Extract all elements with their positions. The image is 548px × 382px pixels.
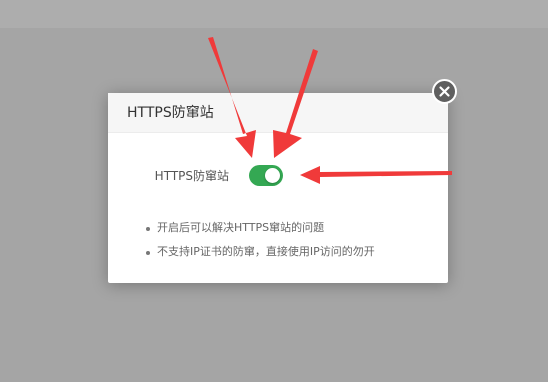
toggle-knob	[265, 168, 280, 183]
dialog-header: HTTPS防窜站	[108, 93, 448, 133]
dialog-title: HTTPS防窜站	[127, 105, 214, 121]
bullet-icon	[146, 251, 150, 255]
bullet-icon	[146, 227, 150, 231]
tip-text: 开启后可以解决HTTPS窜站的问题	[157, 221, 325, 234]
setting-label: HTTPS防窜站	[154, 169, 229, 183]
top-bar-shade	[0, 0, 548, 28]
tips-list: 开启后可以解决HTTPS窜站的问题 不支持IP证书的防窜，直接使用IP访问的勿开	[136, 220, 375, 268]
setting-row: HTTPS防窜站	[108, 165, 448, 187]
close-icon	[439, 86, 450, 97]
tip-item: 不支持IP证书的防窜，直接使用IP访问的勿开	[136, 244, 375, 268]
https-anti-hijack-dialog: HTTPS防窜站 HTTPS防窜站 开启后可以解决HTTPS窜站的问题 不支持I…	[108, 93, 448, 283]
tip-text: 不支持IP证书的防窜，直接使用IP访问的勿开	[157, 245, 375, 258]
tip-item: 开启后可以解决HTTPS窜站的问题	[136, 220, 375, 244]
https-anti-hijack-toggle[interactable]	[249, 165, 283, 186]
close-button[interactable]	[432, 79, 457, 104]
